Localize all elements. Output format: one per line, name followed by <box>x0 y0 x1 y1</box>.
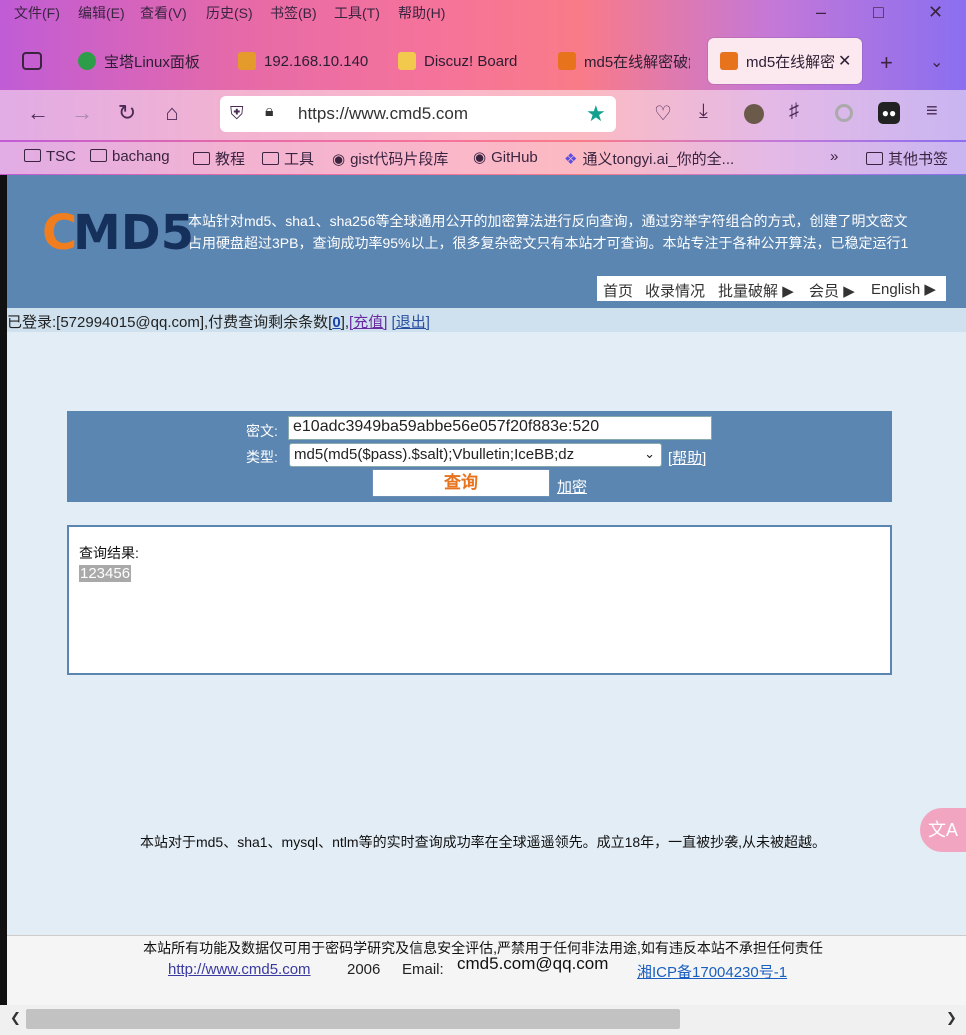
url-text[interactable]: https://www.cmd5.com <box>298 104 468 124</box>
extension-circle-icon[interactable] <box>835 104 853 122</box>
maximize-icon[interactable]: □ <box>873 2 884 23</box>
menu-file[interactable]: 文件(F) <box>14 3 60 23</box>
scroll-right-icon[interactable]: ❯ <box>946 1010 957 1026</box>
nav-batch[interactable]: 批量破解 ▶ <box>718 280 794 301</box>
tab-discuz[interactable]: Discuz! Board <box>398 38 528 84</box>
tongyi-icon: ❖ <box>564 151 578 168</box>
home-link[interactable]: http://www.cmd5.com <box>168 961 311 978</box>
bookmark-folder-tools[interactable]: 工具 <box>262 148 314 169</box>
forward-icon[interactable]: → <box>68 100 96 126</box>
tab-md5-active[interactable]: md5在线解密 ✕ <box>708 38 862 84</box>
recharge-link[interactable]: [充值] <box>349 314 387 331</box>
bookmark-folder-other[interactable]: 其他书签 <box>866 148 948 169</box>
email-label: Email: <box>402 961 444 978</box>
bookmark-folder-tsc[interactable]: TSC <box>24 148 76 165</box>
logo-md5: MD5 <box>73 205 195 261</box>
query-button[interactable]: 查询 <box>372 469 550 497</box>
icp-link[interactable]: 湘ICP备17004230号-1 <box>637 961 787 982</box>
login-bar: 已登录:[572994015@qq.com],付费查询剩余条数[0],[充值] … <box>7 308 966 332</box>
chevron-down-icon: ⌄ <box>644 446 655 461</box>
extensions-icon[interactable]: ♯ <box>789 100 799 123</box>
nav-english[interactable]: English ▶ <box>871 280 936 298</box>
site-notice: 本站对于md5、sha1、mysql、ntlm等的实时查询成功率在全球遥遥领先。… <box>139 834 827 850</box>
folder-icon <box>193 152 210 165</box>
folder-icon <box>24 149 41 162</box>
pocket-icon[interactable]: ♡ <box>654 101 672 126</box>
bookmarks-bar: TSC bachang 教程 工具 ◉ gist代码片段库 ◉ GitHub ❖ 通义… <box>0 142 966 174</box>
lock-icon[interactable]: 🔒︎ <box>265 103 274 121</box>
github-icon: ◉ <box>332 151 346 168</box>
nav-records[interactable]: 收录情况 <box>645 280 705 301</box>
menu-edit[interactable]: 编辑(E) <box>78 3 125 23</box>
bookmark-folder-bachang[interactable]: bachang <box>90 148 170 165</box>
help-link[interactable]: [帮助] <box>668 447 706 468</box>
menu-tools[interactable]: 工具(T) <box>334 3 380 23</box>
menu-history[interactable]: 历史(S) <box>206 3 253 23</box>
bookmark-folder-tutorial[interactable]: 教程 <box>193 148 245 169</box>
logo-c: C <box>42 205 78 261</box>
folder-icon <box>262 152 279 165</box>
home-icon[interactable]: ⌂ <box>158 100 186 126</box>
tab-baota[interactable]: 宝塔Linux面板 <box>78 38 228 84</box>
logout-link[interactable]: [退出] <box>392 314 430 331</box>
window-edge <box>0 175 7 1005</box>
remaining-count[interactable]: 0 <box>332 314 340 331</box>
encrypt-link[interactable]: 加密 <box>557 476 587 497</box>
extension-eyes-icon[interactable]: ●● <box>878 102 900 124</box>
shield-icon[interactable]: ⛨ <box>230 103 244 124</box>
intro-line-2: 占用硬盘超过3PB，查询成功率95%以上，很多复杂密文只有本站才可查询。本站专注… <box>188 235 909 251</box>
avatar[interactable] <box>744 104 764 124</box>
tab-overview-icon[interactable] <box>22 52 42 70</box>
discuz-favicon-icon <box>398 52 416 70</box>
triangle-right-icon: ▶ <box>782 283 794 300</box>
new-tab-icon[interactable]: + <box>880 50 893 76</box>
folder-icon <box>90 149 107 162</box>
more-bookmarks-chevron-icon[interactable]: » <box>830 148 838 165</box>
bookmark-gist[interactable]: ◉ gist代码片段库 <box>332 148 448 169</box>
type-label: 类型: <box>246 449 278 465</box>
menu-help[interactable]: 帮助(H) <box>398 3 445 23</box>
baota-favicon-icon <box>78 52 96 70</box>
cipher-input[interactable]: e10adc3949ba59abbe56e057f20f883e:520 <box>288 416 712 440</box>
menu-view[interactable]: 查看(V) <box>140 3 187 23</box>
nav-home[interactable]: 首页 <box>603 280 633 301</box>
close-tab-icon[interactable]: ✕ <box>838 51 851 71</box>
triangle-right-icon: ▶ <box>924 281 936 298</box>
login-status: 已登录:[572994015@qq.com],付费查询剩余条数[ <box>7 314 333 331</box>
reload-icon[interactable]: ↻ <box>113 100 141 126</box>
bookmark-tongyi[interactable]: ❖ 通义tongyi.ai_你的全... <box>564 148 750 169</box>
intro-line-1: 本站针对md5、sha1、sha256等全球通用公开的加密算法进行反向查询，通过… <box>188 213 908 229</box>
close-window-icon[interactable]: ✕ <box>928 2 943 23</box>
download-icon[interactable]: ⤓ <box>699 100 708 123</box>
result-label: 查询结果: <box>79 545 139 561</box>
site-nav: 首页 收录情况 批量破解 ▶ 会员 ▶ English ▶ <box>597 276 946 301</box>
tab-md5-1[interactable]: md5在线解密破解 <box>558 38 690 84</box>
menu-bookmarks[interactable]: 书签(B) <box>270 3 317 23</box>
type-select[interactable]: md5(md5($pass).$salt);Vbulletin;IceBB;dz… <box>289 443 662 467</box>
pma-favicon-icon <box>238 52 256 70</box>
translate-icon[interactable]: 文A <box>920 808 966 852</box>
minimize-icon[interactable]: – <box>816 2 826 23</box>
github-icon: ◉ <box>473 149 487 166</box>
cmd5-favicon-icon <box>558 52 576 70</box>
bookmark-github[interactable]: ◉ GitHub <box>473 148 538 166</box>
scrollbar-thumb[interactable] <box>26 1009 680 1029</box>
result-box <box>67 525 892 675</box>
app-menu-icon[interactable]: ≡ <box>926 100 938 123</box>
menu-bar: 文件(F) 编辑(E) 查看(V) 历史(S) 书签(B) 工具(T) 帮助(H… <box>0 0 966 24</box>
email-address: cmd5.com@qq.com <box>457 954 609 973</box>
bookmark-star-icon[interactable]: ★ <box>586 101 606 127</box>
footer-year: 2006 <box>347 961 381 978</box>
nav-member[interactable]: 会员 ▶ <box>809 280 855 301</box>
result-value[interactable]: 123456 <box>79 565 132 582</box>
tab-list-chevron-icon[interactable]: ⌄ <box>930 52 943 72</box>
cipher-label: 密文: <box>246 423 278 439</box>
scroll-left-icon[interactable]: ❮ <box>10 1010 21 1026</box>
folder-icon <box>866 152 883 165</box>
tab-phpmyadmin[interactable]: 192.168.10.140 <box>238 38 370 84</box>
triangle-right-icon: ▶ <box>843 283 855 300</box>
cmd5-favicon-icon <box>720 52 738 70</box>
back-icon[interactable]: ← <box>24 100 52 126</box>
